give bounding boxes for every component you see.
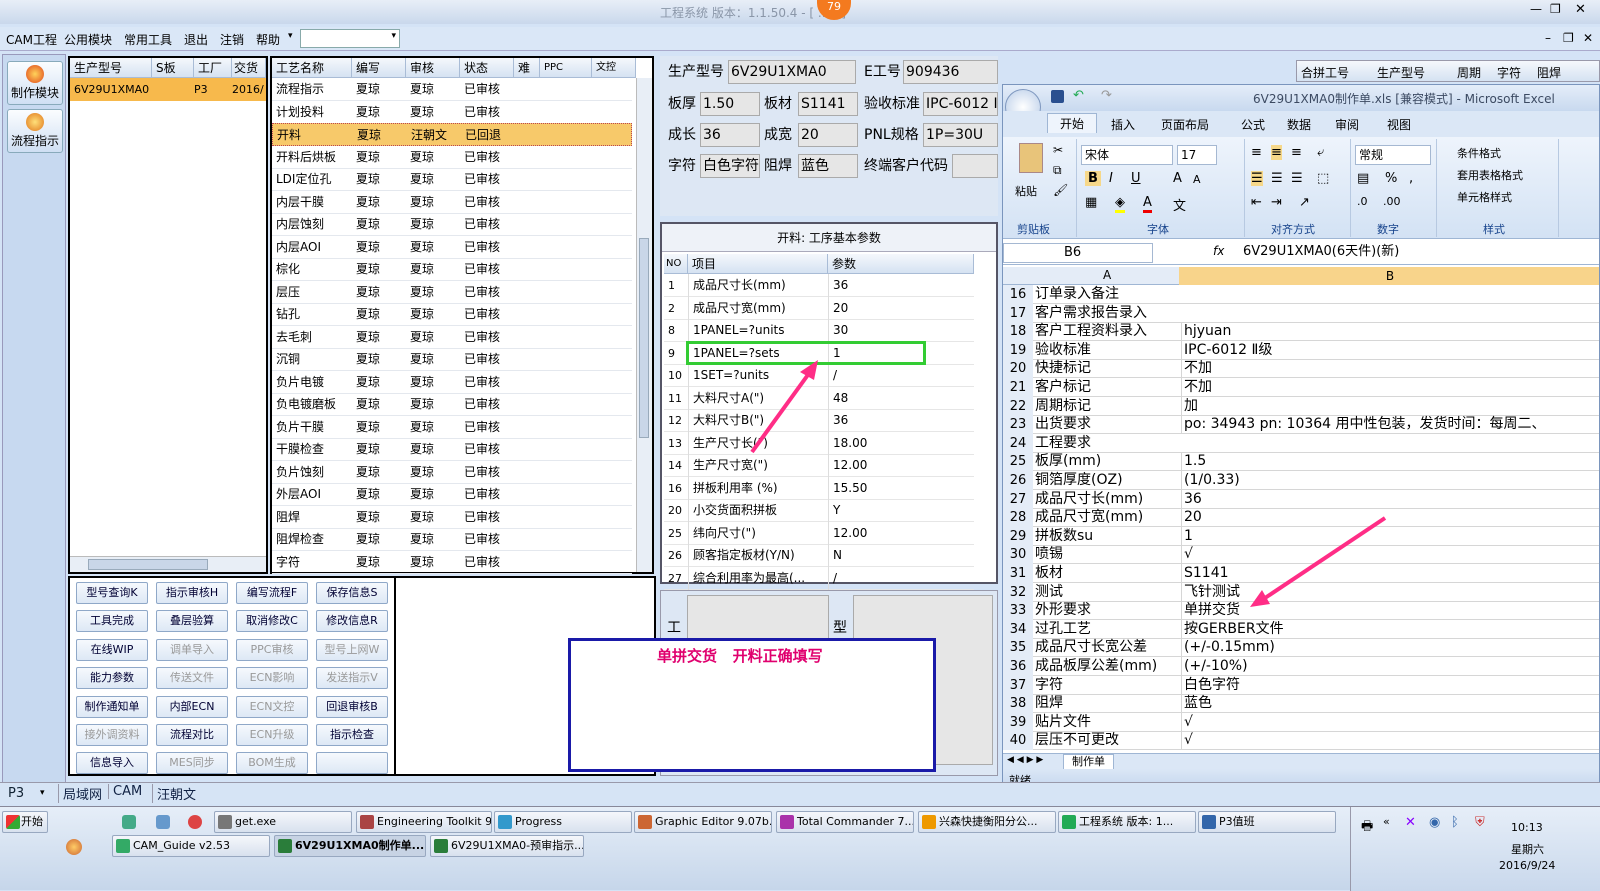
taskbar: 开始 get.exe Engineering Toolkit 9... Progre… (0, 806, 1600, 891)
site-dropdown-icon[interactable]: ▾ (40, 788, 45, 798)
taskbar-item[interactable]: Graphic Editor 9.07b... (634, 811, 772, 833)
taskbar-app-icon (278, 839, 292, 853)
taskbar-item[interactable]: Progress (494, 811, 632, 833)
taskbar-app-icon (780, 815, 794, 829)
taskbar-item[interactable]: get.exe (214, 811, 352, 833)
taskbar-item[interactable]: 工程系统 版本: 1... (1058, 811, 1196, 833)
taskbar-app-icon (638, 815, 652, 829)
ql-icon-3[interactable] (188, 815, 202, 829)
taskbar-app-icon (360, 815, 374, 829)
status-tab-cam[interactable]: CAM (108, 784, 142, 799)
taskbar-app-icon (1062, 815, 1076, 829)
taskbar-app-icon (218, 815, 232, 829)
start-button[interactable]: 开始 (2, 811, 48, 833)
status-tab-user[interactable]: 汪朝文 (152, 784, 196, 803)
ql-icon-4[interactable] (66, 839, 82, 855)
taskbar-item[interactable]: Total Commander 7.... (776, 811, 914, 833)
taskbar-app-icon (116, 839, 130, 853)
arrow-to-sets (750, 370, 812, 454)
arrow-to-delivery (1260, 516, 1387, 602)
clock-time[interactable]: 10:13 (1511, 821, 1543, 834)
start-icon (6, 815, 20, 829)
taskbar-item[interactable]: CAM_Guide v2.53 (112, 835, 270, 857)
tray-icon[interactable]: 🖶 (1361, 817, 1373, 839)
taskbar-item[interactable]: 兴森快捷衡阳分公... (918, 811, 1056, 833)
tray-bluetooth-icon[interactable]: ᛒ (1451, 815, 1459, 830)
tray-network-icon[interactable]: ◉ (1429, 815, 1440, 830)
tray-x-icon[interactable]: ✕ (1405, 815, 1416, 830)
taskbar-item[interactable]: P3值班 (1198, 811, 1336, 833)
tray-expand-icon[interactable]: « (1383, 815, 1390, 828)
clock-day: 星期六 (1511, 843, 1544, 856)
status-tab-lan[interactable]: 局域网 (58, 784, 102, 803)
status-bar: P3 ▾ 局域网 CAM 汪朝文 (0, 782, 1600, 804)
site-combo[interactable]: P3 (8, 786, 24, 801)
taskbar-app-icon (434, 839, 448, 853)
ql-icon-1[interactable] (122, 815, 136, 829)
taskbar-item[interactable]: 6V29U1XMA0制作单... (274, 835, 426, 857)
taskbar-app-icon (922, 815, 936, 829)
clock-date: 2016/9/24 (1499, 859, 1556, 872)
tray-shield-icon[interactable]: ⛨ (1475, 815, 1485, 830)
system-tray: 🖶 « ✕ ◉ ᛒ ⛨ 10:13 星期六 2016/9/24 (1350, 807, 1600, 891)
taskbar-item[interactable]: 6V29U1XMA0-预审指示... (430, 835, 584, 857)
ql-icon-2[interactable] (156, 815, 170, 829)
taskbar-app-icon (498, 815, 512, 829)
arrows-overlay (750, 360, 1387, 607)
arrow-head-sets (800, 360, 818, 380)
taskbar-app-icon (1202, 815, 1216, 829)
taskbar-item[interactable]: Engineering Toolkit 9... (356, 811, 492, 833)
